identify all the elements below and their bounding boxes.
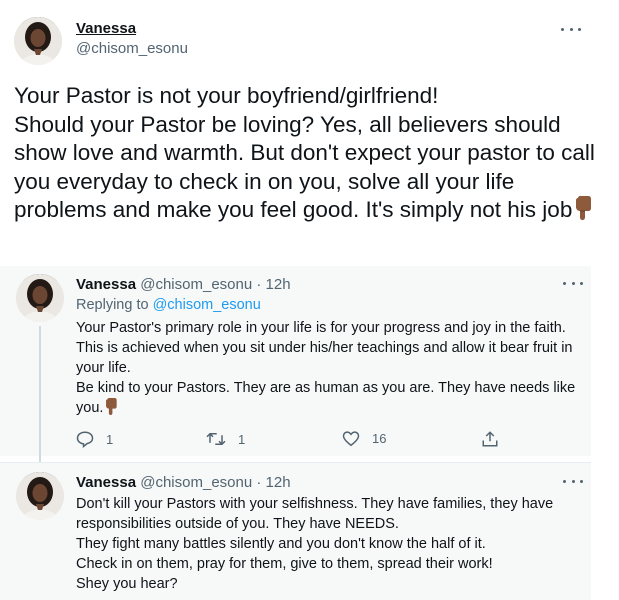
avatar[interactable]: [16, 472, 64, 520]
reply-paragraph: Be kind to your Pastors. They are as hum…: [76, 378, 576, 421]
more-options-icon[interactable]: [561, 24, 581, 34]
reply-paragraph: Check in on them, pray for them, give to…: [76, 556, 493, 572]
avatar[interactable]: [14, 17, 62, 65]
point-down-icon: [572, 196, 594, 228]
reply-author[interactable]: Vanessa @chisom_esonu · 12h: [76, 474, 291, 491]
author-handle[interactable]: @chisom_esonu: [76, 40, 188, 57]
tweet-actions: 1 1 16: [76, 430, 506, 450]
author-name[interactable]: Vanessa: [76, 20, 136, 37]
reply-author[interactable]: Vanessa @chisom_esonu · 12h: [76, 276, 291, 293]
share-button[interactable]: [481, 430, 499, 448]
retweet-count: 1: [238, 431, 246, 447]
tweet-text: Your Pastor is not your boyfriend/girlfr…: [14, 82, 604, 228]
tweet-line: Should your Pastor be loving? Yes, all b…: [14, 111, 604, 228]
retweet-button[interactable]: 1: [206, 430, 245, 448]
tweet-line: Your Pastor is not your boyfriend/girlfr…: [14, 83, 439, 108]
reply-icon: [76, 431, 94, 448]
like-count: 16: [372, 431, 387, 446]
reply-count: 1: [106, 431, 114, 447]
point-down-icon: [103, 398, 119, 421]
replying-to: Replying to @chisom_esonu: [76, 297, 261, 313]
reply-paragraph: Don't kill your Pastors with your selfis…: [76, 496, 554, 532]
reply-paragraph: They fight many battles silently and you…: [76, 536, 486, 552]
reply-text: Don't kill your Pastors with your selfis…: [76, 494, 576, 594]
reply-paragraph: Shey you hear?: [76, 576, 178, 592]
reply-button[interactable]: 1: [76, 430, 113, 448]
more-options-icon[interactable]: [563, 278, 583, 288]
avatar[interactable]: [16, 274, 64, 322]
reply-text: Your Pastor's primary role in your life …: [76, 318, 576, 421]
heart-icon: [342, 431, 360, 447]
reply-paragraph: Your Pastor's primary role in your life …: [76, 320, 573, 376]
thread-line: [39, 326, 41, 466]
more-options-icon[interactable]: [563, 476, 583, 486]
retweet-icon: [206, 432, 226, 446]
share-icon: [482, 431, 498, 447]
like-button[interactable]: 16: [342, 430, 386, 447]
replying-to-link[interactable]: @chisom_esonu: [153, 297, 261, 313]
